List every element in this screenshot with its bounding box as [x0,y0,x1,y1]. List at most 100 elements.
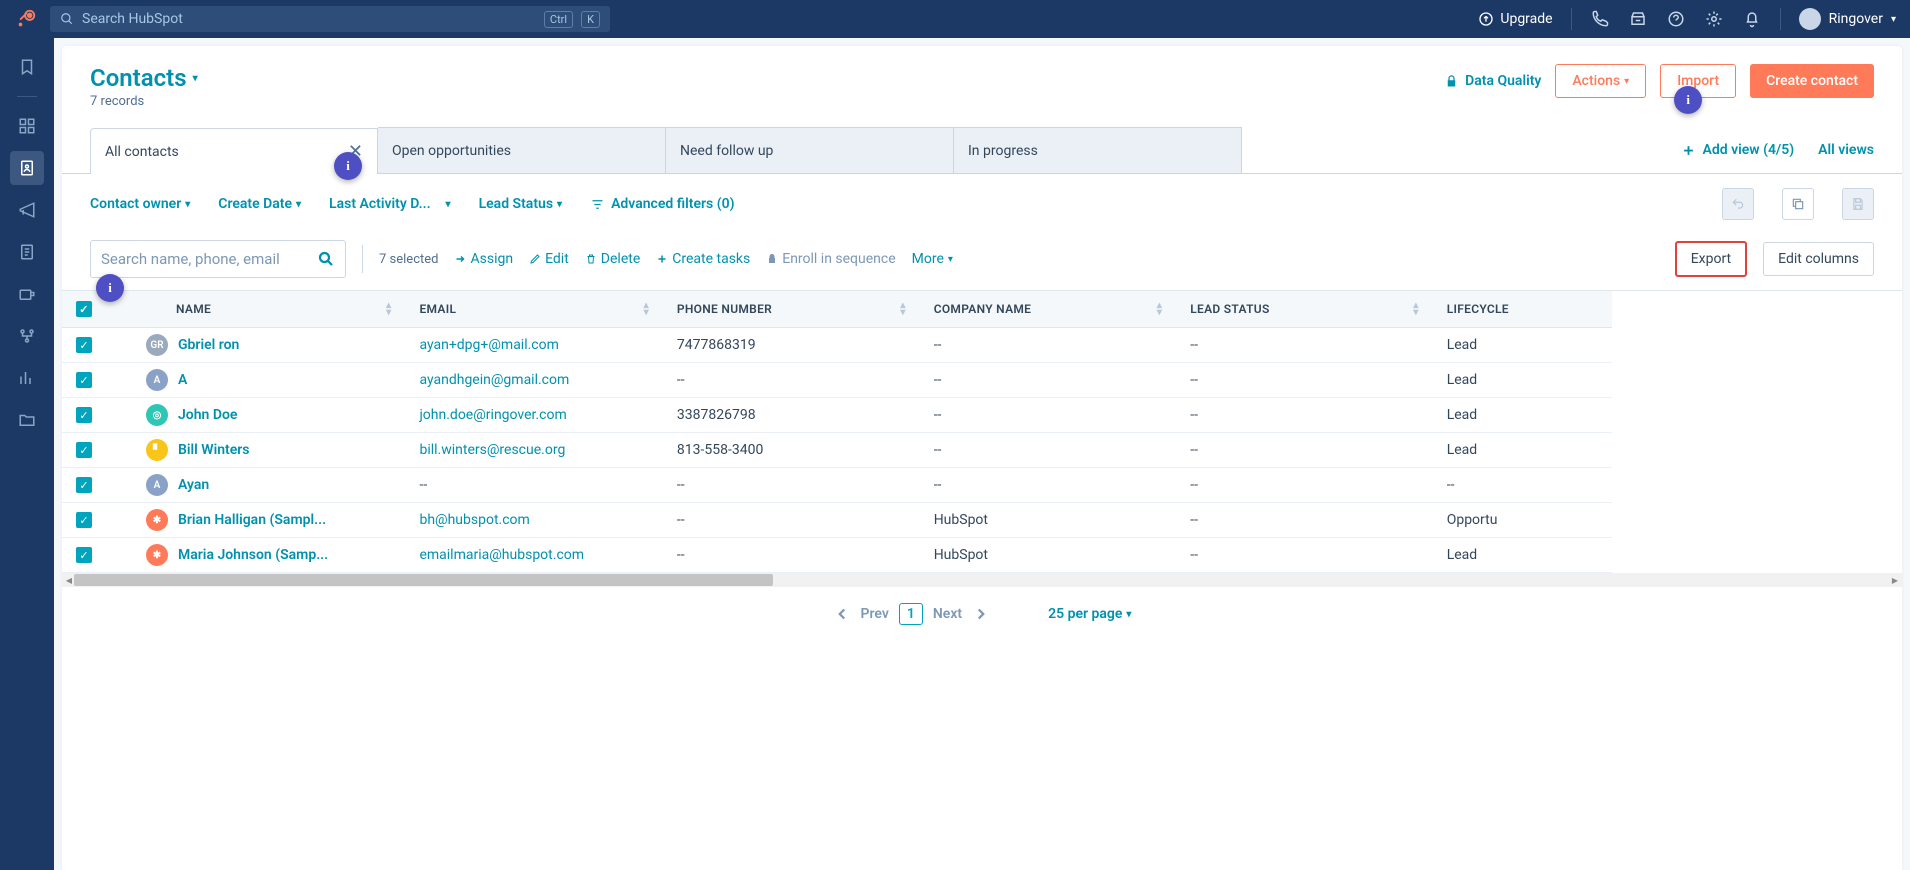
save-view-button[interactable] [1842,188,1874,220]
kbd-k: K [581,11,600,28]
reports-icon[interactable] [10,361,44,395]
edit-columns-button[interactable]: Edit columns [1763,242,1874,276]
contact-phone: 813-558-3400 [663,433,920,468]
phone-icon[interactable] [1590,9,1610,29]
col-email[interactable]: EMAIL▴▾ [405,291,662,328]
select-all-checkbox[interactable]: ✓ [76,301,92,317]
row-checkbox[interactable]: ✓ [76,512,92,528]
enroll-sequence-button[interactable]: Enroll in sequence [766,251,895,267]
filter-contact-owner[interactable]: Contact owner▾ [90,196,190,212]
pagination: Prev 1 Next 25 per page ▾ [62,587,1902,639]
filter-label: Lead Status [479,196,553,212]
prev-page-icon[interactable] [833,605,851,623]
more-button[interactable]: More▾ [912,251,953,267]
commerce-icon[interactable] [10,277,44,311]
contact-name-link[interactable]: Maria Johnson (Samp... [178,547,328,563]
col-company[interactable]: COMPANY NAME▴▾ [920,291,1177,328]
selection-toolbar: 7 selected Assign Edit Delete Create tas… [62,234,1902,290]
page-header: Contacts ▾ 7 records Data Quality Action… [62,64,1902,119]
contact-email-link[interactable]: bh@hubspot.com [419,512,529,528]
upgrade-button[interactable]: Upgrade [1478,11,1552,27]
row-checkbox[interactable]: ✓ [76,442,92,458]
contact-lifecycle: Opportu [1433,503,1612,538]
col-lead[interactable]: LEAD STATUS▴▾ [1176,291,1432,328]
filter-lead-status[interactable]: Lead Status▾ [479,196,563,212]
filter-last-activity[interactable]: Last Activity D... ▾ [329,196,451,212]
settings-icon[interactable] [1704,9,1724,29]
automation-icon[interactable] [10,319,44,353]
contact-name-link[interactable]: Brian Halligan (Sampl... [178,512,326,528]
library-icon[interactable] [10,403,44,437]
global-search-input[interactable] [82,11,536,27]
delete-button[interactable]: Delete [585,251,640,267]
filter-create-date[interactable]: Create Date▾ [218,196,301,212]
contact-name-link[interactable]: A [178,372,187,388]
edit-button[interactable]: Edit [529,251,569,267]
tab-in-progress[interactable]: In progress [954,127,1242,173]
horizontal-scrollbar[interactable]: ◀ ▶ [62,573,1902,587]
search-input[interactable] [101,250,309,268]
next-page-icon[interactable] [972,605,990,623]
table-row: ✓AAyan---------- [62,468,1612,503]
contacts-icon[interactable] [10,151,44,185]
row-checkbox[interactable]: ✓ [76,477,92,493]
hubspot-logo[interactable] [14,7,38,31]
contact-name-link[interactable]: Ayan [178,477,209,493]
contact-name-link[interactable]: Bill Winters [178,442,250,458]
contact-avatar: GR [146,334,168,356]
dashboard-icon[interactable] [10,109,44,143]
assign-button[interactable]: Assign [454,251,513,267]
row-checkbox[interactable]: ✓ [76,407,92,423]
search-icon[interactable] [317,250,335,268]
contact-name-link[interactable]: John Doe [178,407,237,423]
contact-email-link[interactable]: bill.winters@rescue.org [419,442,565,458]
campaigns-icon[interactable] [10,193,44,227]
content-icon[interactable] [10,235,44,269]
search-box[interactable] [90,240,346,278]
data-quality-button[interactable]: Data Quality [1444,73,1541,89]
data-quality-label: Data Quality [1465,73,1541,89]
global-search[interactable]: Ctrl K [50,6,610,32]
bookmarks-icon[interactable] [10,50,44,84]
contact-email-link[interactable]: ayan+dpg+@mail.com [419,337,558,353]
create-tasks-button[interactable]: Create tasks [656,251,750,267]
export-button[interactable]: Export [1675,241,1747,277]
copy-view-button[interactable] [1782,188,1814,220]
all-views-button[interactable]: All views [1818,142,1874,158]
col-name[interactable]: NAME▴▾ [106,291,405,328]
filters-bar: Contact owner▾ Create Date▾ Last Activit… [62,174,1902,234]
contact-email-link[interactable]: ayandhgein@gmail.com [419,372,569,388]
record-count: 7 records [90,94,198,109]
advanced-filters-button[interactable]: Advanced filters (0) [590,196,734,212]
undo-button[interactable] [1722,188,1754,220]
account-avatar [1799,8,1821,30]
next-label[interactable]: Next [933,606,962,622]
col-phone[interactable]: PHONE NUMBER▴▾ [663,291,920,328]
contact-company: -- [920,363,1177,398]
row-checkbox[interactable]: ✓ [76,337,92,353]
page-title[interactable]: Contacts ▾ [90,64,198,92]
contact-email-link[interactable]: john.doe@ringover.com [419,407,566,423]
contact-name-link[interactable]: Gbriel ron [178,337,239,353]
notifications-icon[interactable] [1742,9,1762,29]
contact-lead-status: -- [1176,398,1432,433]
help-icon[interactable] [1666,9,1686,29]
marketplace-icon[interactable] [1628,9,1648,29]
row-checkbox[interactable]: ✓ [76,547,92,563]
tab-label: Need follow up [680,143,773,159]
contact-email-link[interactable]: emailmaria@hubspot.com [419,547,584,563]
actions-button[interactable]: Actions ▾ [1555,64,1646,98]
filter-label: Contact owner [90,196,181,212]
contact-lead-status: -- [1176,468,1432,503]
prev-label[interactable]: Prev [861,606,889,622]
tab-open-opportunities[interactable]: Open opportunities [378,127,666,173]
create-contact-button[interactable]: Create contact [1750,64,1874,98]
add-view-button[interactable]: Add view (4/5) [1681,142,1794,158]
tab-label: In progress [968,143,1038,159]
per-page-selector[interactable]: 25 per page ▾ [1048,606,1131,622]
row-checkbox[interactable]: ✓ [76,372,92,388]
col-lifecycle[interactable]: LIFECYCLE [1433,291,1612,328]
contact-avatar: ✱ [146,544,168,566]
account-menu[interactable]: Ringover ▾ [1799,8,1896,30]
tab-need-follow-up[interactable]: Need follow up [666,127,954,173]
